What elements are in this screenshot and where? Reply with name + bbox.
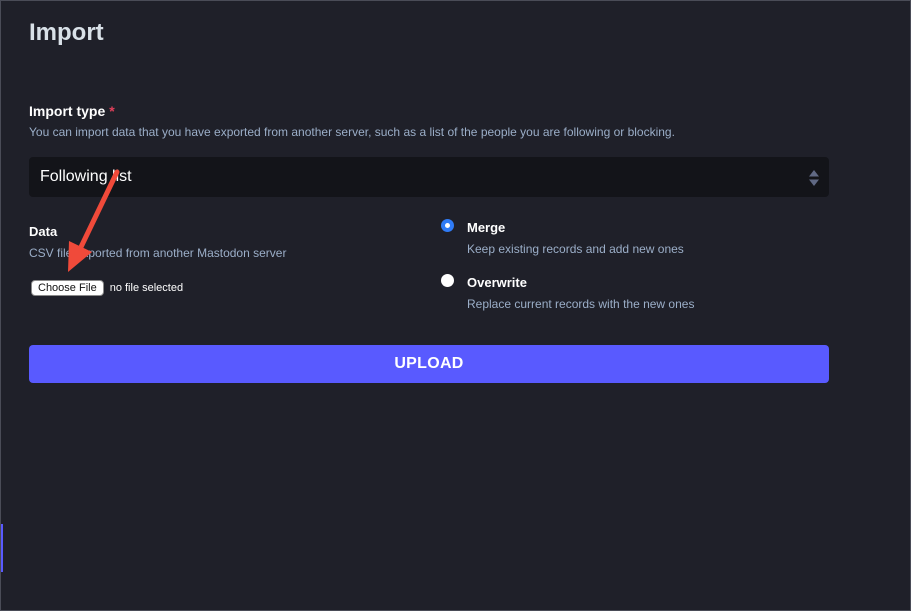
- sidebar-accent-bar: [1, 524, 3, 572]
- import-type-label: Import type *: [29, 103, 115, 119]
- radio-button-overwrite[interactable]: [441, 274, 454, 287]
- radio-merge-label: Merge: [467, 220, 506, 235]
- radio-overwrite-hint: Replace current records with the new one…: [467, 297, 695, 311]
- choose-file-button[interactable]: Choose File: [31, 280, 104, 296]
- import-type-selected-value: Following list: [40, 168, 132, 185]
- radio-merge-hint: Keep existing records and add new ones: [467, 242, 684, 256]
- import-type-label-text: Import type: [29, 103, 106, 119]
- required-marker: *: [109, 103, 115, 119]
- data-hint: CSV file exported from another Mastodon …: [29, 246, 287, 260]
- sort-arrows-icon: [809, 170, 819, 186]
- data-label: Data: [29, 224, 58, 239]
- radio-overwrite-label: Overwrite: [467, 275, 527, 290]
- radio-button-merge[interactable]: [441, 219, 454, 232]
- page-title: Import: [29, 19, 104, 46]
- import-type-hint: You can import data that you have export…: [29, 125, 675, 139]
- import-page: Import Import type * You can import data …: [0, 0, 911, 611]
- file-input: Choose File no file selected: [31, 280, 183, 296]
- file-status: no file selected: [109, 282, 184, 294]
- upload-button[interactable]: UPLOAD: [29, 345, 829, 383]
- import-type-select[interactable]: Following list: [29, 157, 829, 197]
